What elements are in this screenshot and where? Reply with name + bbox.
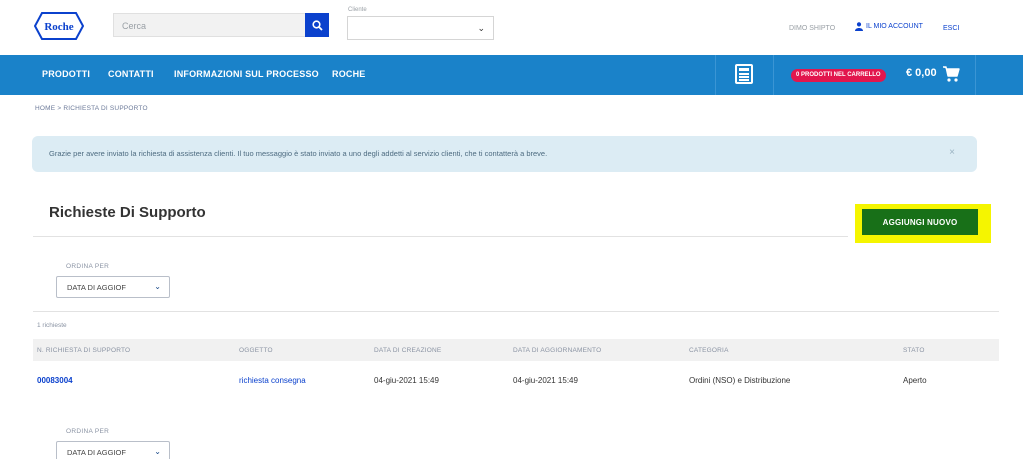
confirmation-alert: Grazie per avere inviato la richiesta di…: [32, 136, 977, 172]
my-account-label: IL MIO ACCOUNT: [866, 23, 923, 30]
breadcrumb-current: RICHIESTA DI SUPPORTO: [63, 105, 148, 112]
breadcrumb-separator: >: [57, 105, 62, 112]
page-title: Richieste Di Supporto: [49, 204, 206, 221]
cart-count-badge[interactable]: 0 PRODOTTI NEL CARRELLO: [791, 69, 886, 82]
nav-divider: [773, 55, 774, 95]
column-header: DATA DI CREAZIONE: [374, 347, 442, 354]
main-nav: PRODOTTI CONTATTI INFORMAZIONI SUL PROCE…: [0, 55, 1023, 95]
breadcrumb-home[interactable]: HOME: [35, 105, 55, 112]
order-list-icon[interactable]: [735, 64, 753, 84]
created-date: 04-giu-2021 15:49: [374, 376, 439, 385]
request-category: Ordini (NSO) e Distribuzione: [689, 376, 791, 385]
nav-divider: [715, 55, 716, 95]
user-icon: [855, 22, 863, 31]
request-status: Aperto: [903, 376, 927, 385]
results-count: 1 richieste: [37, 322, 67, 329]
roche-logo[interactable]: Roche: [34, 12, 84, 40]
chevron-down-icon: ⌄: [154, 282, 161, 291]
title-divider: [33, 236, 848, 237]
client-label: Cliente: [348, 7, 367, 13]
logo-text: Roche: [44, 21, 73, 33]
breadcrumb: HOME > RICHIESTA DI SUPPORTO: [35, 105, 148, 112]
chevron-down-icon: ⌄: [477, 23, 485, 33]
nav-item-prodotti[interactable]: PRODOTTI: [42, 69, 90, 79]
column-header: STATO: [903, 347, 925, 354]
request-subject-link[interactable]: richiesta consegna: [239, 376, 306, 385]
alert-message: Grazie per avere inviato la richiesta di…: [49, 149, 548, 158]
chevron-down-icon: ⌄: [154, 447, 161, 456]
request-number-link[interactable]: 00083004: [37, 376, 73, 385]
add-new-button[interactable]: AGGIUNGI NUOVO: [862, 209, 978, 235]
search-input[interactable]: Cerca: [113, 13, 305, 37]
search-button[interactable]: [305, 13, 329, 37]
sort-select[interactable]: DATA DI AGGIOF ⌄: [56, 276, 170, 298]
sort-label: ORDINA PER: [66, 428, 110, 435]
shipto-label[interactable]: DIMO SHIPTO: [789, 25, 835, 32]
my-account-link[interactable]: IL MIO ACCOUNT: [855, 22, 923, 31]
column-header: CATEGORIA: [689, 347, 729, 354]
sort-value: DATA DI AGGIOF: [67, 283, 126, 292]
sort-select-bottom[interactable]: DATA DI AGGIOF ⌄: [56, 441, 170, 459]
column-header: OGGETTO: [239, 347, 273, 354]
nav-item-roche[interactable]: ROCHE: [332, 69, 366, 79]
cart-total[interactable]: € 0,00: [906, 67, 937, 79]
close-icon[interactable]: ×: [949, 147, 955, 158]
nav-divider: [975, 55, 976, 95]
sort-value: DATA DI AGGIOF: [67, 448, 126, 457]
logout-link[interactable]: ESCI: [943, 25, 959, 32]
nav-item-contatti[interactable]: CONTATTI: [108, 69, 154, 79]
column-header: N. RICHIESTA DI SUPPORTO: [37, 347, 131, 354]
nav-item-informazioni[interactable]: INFORMAZIONI SUL PROCESSO: [174, 69, 319, 79]
sort-divider: [33, 311, 999, 312]
table-header: N. RICHIESTA DI SUPPORTO OGGETTO DATA DI…: [33, 339, 999, 361]
cart-icon[interactable]: [942, 65, 960, 83]
client-select[interactable]: ⌄: [347, 16, 494, 40]
updated-date: 04-giu-2021 15:49: [513, 376, 578, 385]
column-header: DATA DI AGGIORNAMENTO: [513, 347, 602, 354]
add-button-highlight: AGGIUNGI NUOVO: [855, 204, 991, 243]
sort-label: ORDINA PER: [66, 263, 110, 270]
top-header: Roche Cerca Cliente ⌄ DIMO SHIPTO IL MIO…: [0, 0, 1023, 54]
search-icon: [311, 19, 323, 31]
